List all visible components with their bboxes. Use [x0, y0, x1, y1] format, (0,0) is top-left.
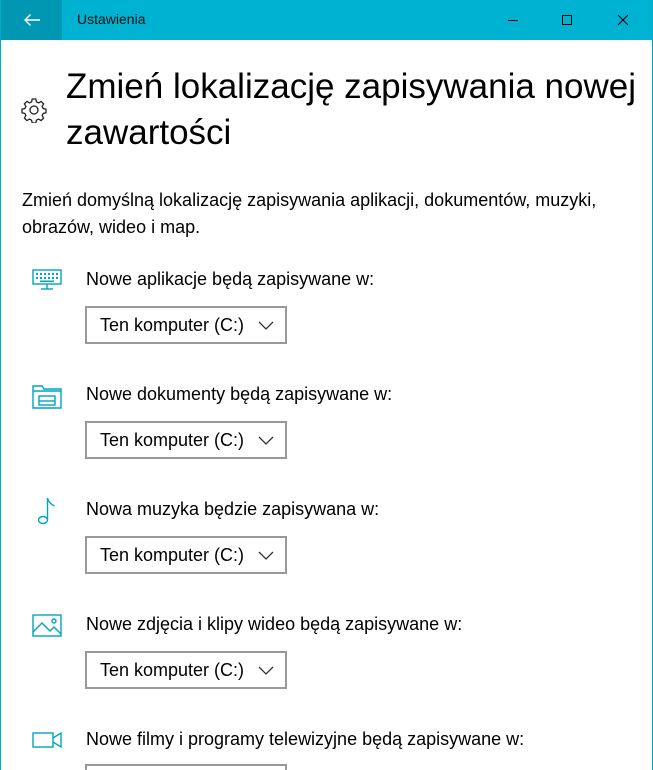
- music-location-dropdown[interactable]: Ten komputer (C:): [85, 536, 287, 574]
- page-title: Zmień lokalizację zapisywania nowej zawa…: [66, 67, 636, 152]
- chevron-down-icon: [258, 551, 274, 560]
- music-location-label: Nowa muzyka będzie zapisywana w:: [86, 499, 380, 519]
- back-button[interactable]: [1, 0, 62, 40]
- monitor-keyboard-icon: [32, 269, 62, 290]
- music-note-icon: [37, 497, 55, 525]
- settings-window: Ustawienia Zmień lokalizację zapisywania…: [0, 0, 653, 770]
- gear-icon: [21, 98, 47, 123]
- title-bar: Ustawienia: [1, 0, 652, 40]
- maximize-button[interactable]: [543, 0, 591, 40]
- picture-icon: [32, 614, 62, 637]
- documents-location-dropdown[interactable]: Ten komputer (C:): [85, 421, 287, 459]
- movies-location-label: Nowe filmy i programy telewizyjne będą z…: [86, 729, 525, 749]
- maximize-icon: [562, 15, 572, 25]
- dropdown-value: Ten komputer (C:): [100, 660, 245, 680]
- dropdown-value: Ten komputer (C:): [100, 545, 245, 565]
- dropdown-value: Ten komputer (C:): [100, 315, 245, 335]
- back-arrow-icon: [23, 14, 40, 26]
- chevron-down-icon: [258, 321, 274, 330]
- apps-location-label: Nowe aplikacje będą zapisywane w:: [86, 269, 375, 289]
- minimize-icon: [508, 20, 518, 21]
- minimize-button[interactable]: [489, 0, 537, 40]
- chevron-down-icon: [258, 436, 274, 445]
- video-camera-icon: [32, 731, 62, 749]
- window-title: Ustawienia: [77, 11, 146, 27]
- movies-location-dropdown[interactable]: [85, 764, 287, 770]
- documents-location-label: Nowe dokumenty będą zapisywane w:: [86, 384, 393, 404]
- close-button[interactable]: [599, 0, 647, 40]
- pictures-location-label: Nowe zdjęcia i klipy wideo będą zapisywa…: [86, 614, 463, 634]
- chevron-down-icon: [258, 666, 274, 675]
- dropdown-value: Ten komputer (C:): [100, 430, 245, 450]
- pictures-location-dropdown[interactable]: Ten komputer (C:): [85, 651, 287, 689]
- page-description: Zmień domyślną lokalizację zapisywania a…: [22, 190, 597, 237]
- apps-location-dropdown[interactable]: Ten komputer (C:): [85, 306, 287, 344]
- close-icon: [617, 14, 629, 26]
- folder-drive-icon: [32, 385, 62, 409]
